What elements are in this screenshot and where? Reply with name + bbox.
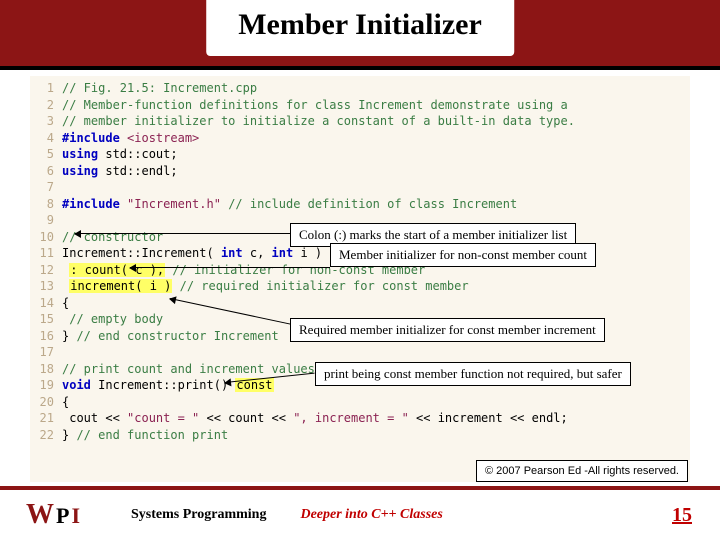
code-str: "Increment.h" [127, 197, 221, 211]
code-text: { [62, 395, 69, 409]
code-text: << increment << endl; [409, 411, 568, 425]
code-line: // Fig. 21.5: Increment.cpp [62, 81, 257, 95]
slide-header: Member Initializer [0, 0, 720, 66]
code-str: ", increment = " [293, 411, 409, 425]
callout-count: Member initializer for non-const member … [330, 243, 596, 267]
code-kw: using [62, 164, 98, 178]
callout-const: print being const member function not re… [315, 362, 631, 386]
code-str: <iostream> [127, 131, 199, 145]
code-text: cout << [62, 411, 127, 425]
page-number: 15 [672, 504, 692, 527]
code-text: } [62, 329, 76, 343]
code-text: Increment::print() [91, 378, 236, 392]
code-cmt: // end constructor Increment [76, 329, 278, 343]
footer-right: Deeper into C++ Classes [300, 507, 442, 523]
code-cmt: // include definition of class Increment [228, 197, 517, 211]
arrow-icon [75, 233, 290, 234]
code-text: << count << [199, 411, 293, 425]
code-highlight: increment( i ) [69, 279, 172, 293]
code-cmt: // print count and increment values [62, 362, 315, 376]
code-line: // Member-function definitions for class… [62, 98, 568, 112]
code-line: // member initializer to initialize a co… [62, 114, 575, 128]
code-text: std::cout; [105, 147, 177, 161]
code-text: c, [243, 246, 272, 260]
code-cmt: // required initializer for const member [172, 279, 468, 293]
code-text: i ) [293, 246, 322, 260]
code-kw: #include [62, 131, 120, 145]
code-kw: void [62, 378, 91, 392]
callout-increment: Required member initializer for const me… [290, 318, 605, 342]
code-kw: int [272, 246, 294, 260]
copyright-note: © 2007 Pearson Ed -All rights reserved. [476, 460, 688, 482]
code-kw: using [62, 147, 98, 161]
code-cmt: // end function print [76, 428, 228, 442]
code-highlight: : count( c ), [69, 263, 165, 277]
footer-center: Systems Programming [131, 507, 266, 523]
slide-footer: WPI Systems Programming Deeper into C++ … [0, 486, 720, 540]
code-text: Increment::Increment( [62, 246, 221, 260]
wpi-logo: WPI [26, 499, 81, 531]
code-listing: 1// Fig. 21.5: Increment.cpp 2// Member-… [30, 76, 690, 482]
code-text: std::endl; [105, 164, 177, 178]
slide-title: Member Initializer [206, 0, 514, 56]
code-text: { [62, 296, 69, 310]
code-text: } [62, 428, 76, 442]
code-str: "count = " [127, 411, 199, 425]
arrow-icon [130, 267, 330, 268]
code-kw: int [221, 246, 243, 260]
code-cmt: // empty body [69, 312, 163, 326]
code-kw: #include [62, 197, 120, 211]
